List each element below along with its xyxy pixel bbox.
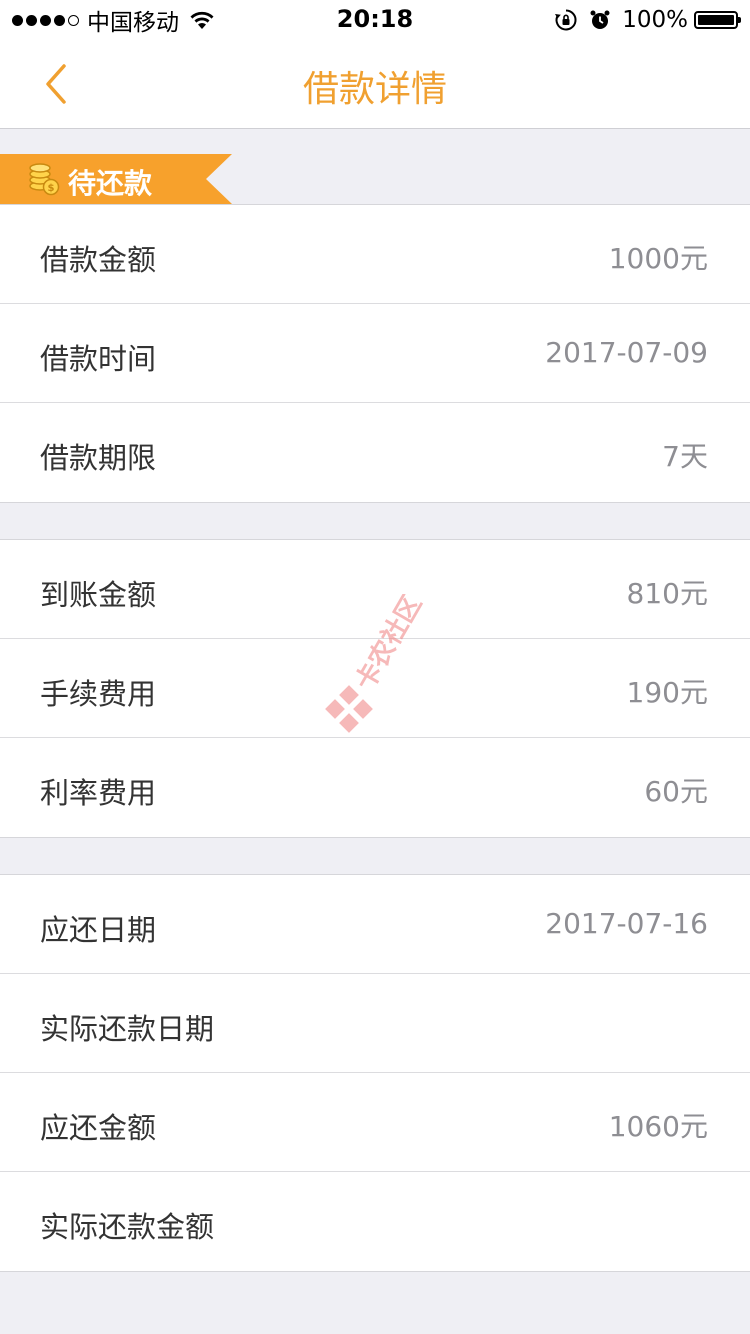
row-label: 实际还款金额 <box>40 1210 215 1244</box>
row-label: 应还日期 <box>40 913 157 947</box>
list-item: 应还金额 1060元 <box>0 1073 750 1172</box>
status-bar: 中国移动 20:18 100% <box>0 0 750 40</box>
fee-info-group: 到账金额 810元 手续费用 190元 利率费用 60元 <box>0 539 750 838</box>
row-label: 手续费用 <box>40 677 157 711</box>
list-item: 利率费用 60元 <box>0 738 750 837</box>
row-value: 190元 <box>626 676 708 709</box>
row-value: 2017-07-16 <box>545 907 708 940</box>
row-value: 2017-07-09 <box>545 336 708 369</box>
status-bar-right: 100% <box>554 6 741 34</box>
list-item: 借款期限 7天 <box>0 403 750 502</box>
list-item: 实际还款金额 <box>0 1172 750 1271</box>
row-value: 810元 <box>626 577 708 610</box>
repayment-info-group: 应还日期 2017-07-16 实际还款日期 应还金额 1060元 实际还款金额 <box>0 874 750 1272</box>
list-item: 手续费用 190元 <box>0 639 750 738</box>
row-label: 实际还款日期 <box>40 1012 215 1046</box>
page-title: 借款详情 <box>302 69 447 110</box>
list-item: 应还日期 2017-07-16 <box>0 875 750 974</box>
svg-text:$: $ <box>48 183 55 194</box>
row-value: 60元 <box>644 775 708 808</box>
row-value: 7天 <box>662 440 708 473</box>
list-item: 到账金额 810元 <box>0 540 750 639</box>
navigation-bar: 借款详情 <box>0 40 750 129</box>
coins-icon: $ <box>28 162 60 196</box>
rotation-lock-icon <box>554 8 578 32</box>
status-badge: 待还款 <box>68 167 153 200</box>
list-item: 实际还款日期 <box>0 974 750 1073</box>
row-value: 1000元 <box>608 242 708 275</box>
list-item: 借款金额 1000元 <box>0 205 750 304</box>
row-label: 借款期限 <box>40 441 157 475</box>
row-label: 借款金额 <box>40 243 157 277</box>
row-label: 应还金额 <box>40 1111 157 1145</box>
row-value: 1060元 <box>608 1110 708 1143</box>
loan-info-group: 借款金额 1000元 借款时间 2017-07-09 借款期限 7天 <box>0 204 750 503</box>
alarm-icon <box>588 8 612 32</box>
battery-icon <box>694 11 741 29</box>
battery-fill <box>698 15 734 25</box>
row-label: 借款时间 <box>40 342 157 376</box>
row-label: 利率费用 <box>40 776 157 810</box>
battery-percentage: 100% <box>622 7 688 33</box>
list-item: 借款时间 2017-07-09 <box>0 304 750 403</box>
row-label: 到账金额 <box>40 578 157 612</box>
